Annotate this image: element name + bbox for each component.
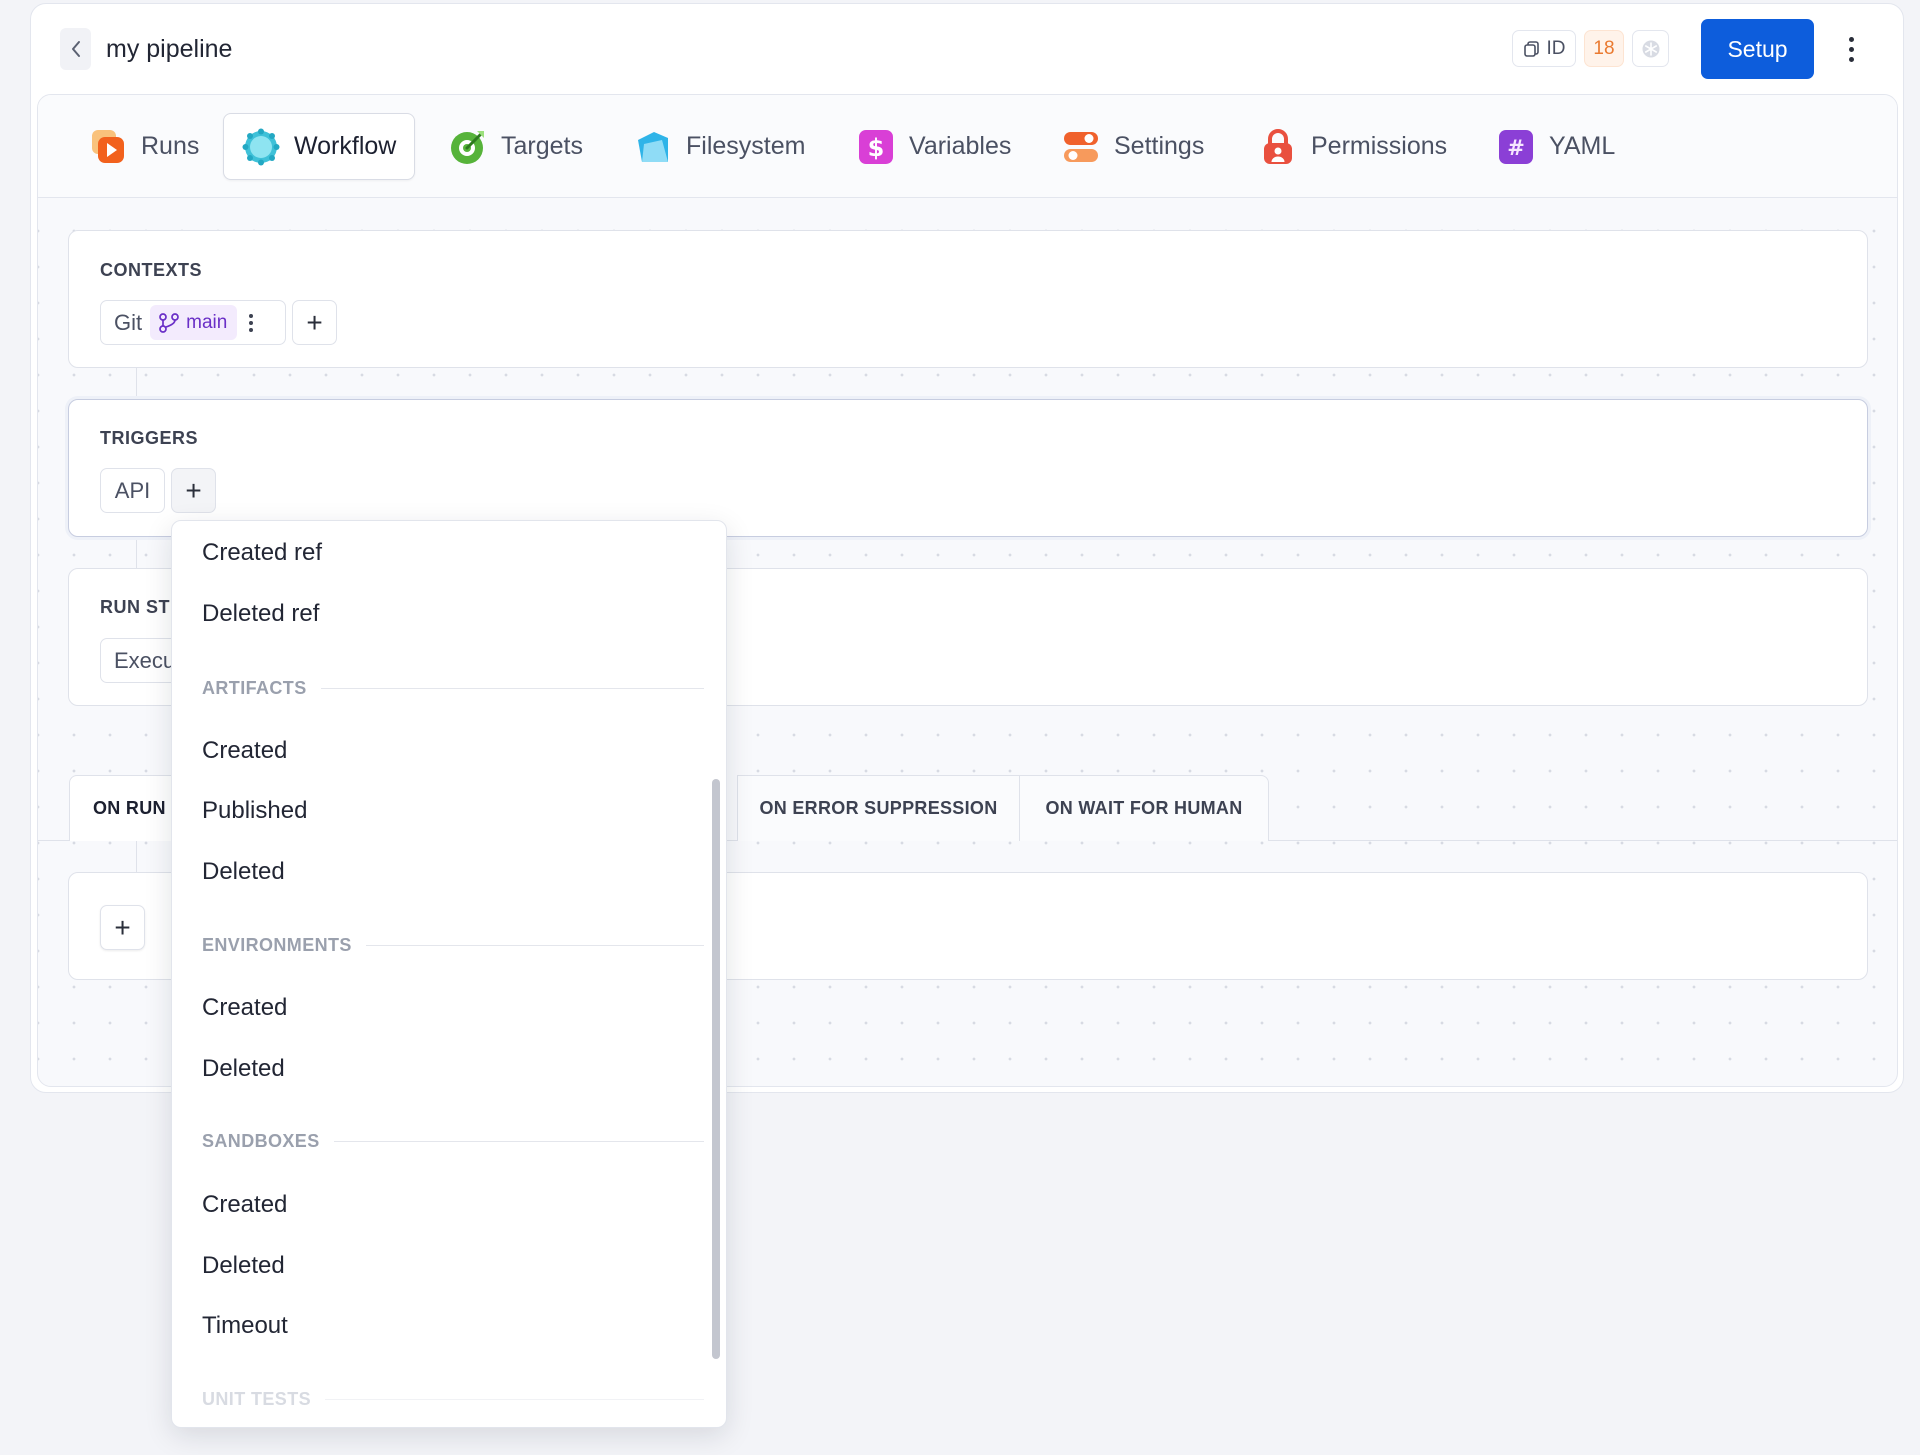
tab-permissions[interactable]: Permissions [1240, 113, 1466, 180]
tab-on-wait-for-human[interactable]: ON WAIT FOR HUMAN [1019, 775, 1269, 841]
targets-icon [451, 130, 484, 164]
tab-on-error-suppression[interactable]: ON ERROR SUPPRESSION [737, 775, 1020, 841]
plus-icon: + [185, 474, 202, 506]
add-on-run-step-button[interactable]: + [100, 905, 145, 950]
triggers-section: TRIGGERS API + [68, 399, 1868, 537]
svg-text:$: $ [868, 134, 885, 162]
menu-item-environment-deleted[interactable]: Deleted [202, 1049, 285, 1089]
tab-label: Filesystem [686, 132, 806, 160]
menu-item-sandbox-deleted[interactable]: Deleted [202, 1246, 285, 1286]
menu-item-artifact-created[interactable]: Created [202, 731, 287, 771]
settings-icon [1064, 131, 1098, 162]
yaml-icon: # [1499, 129, 1533, 164]
branch-badge[interactable]: main [150, 305, 238, 340]
page-title: my pipeline [106, 35, 233, 63]
setup-button[interactable]: Setup [1701, 19, 1814, 79]
run-steps-title: RUN ST [100, 597, 170, 617]
plus-icon: + [114, 911, 131, 943]
git-context-chip[interactable]: Git main [100, 300, 286, 345]
variables-icon: $ [859, 129, 893, 164]
add-context-button[interactable]: + [292, 300, 337, 345]
tab-label: Permissions [1311, 132, 1448, 160]
workflow-icon [242, 128, 280, 165]
group-label: ENVIRONMENTS [202, 934, 352, 955]
menu-item-environment-created[interactable]: Created [202, 988, 287, 1028]
plus-icon: + [306, 306, 323, 338]
add-trigger-button[interactable]: + [171, 468, 216, 513]
dropdown-scrollbar[interactable] [712, 779, 720, 1359]
api-trigger-chip[interactable]: API [100, 468, 165, 513]
group-label: ARTIFACTS [202, 677, 307, 698]
context-more-icon[interactable] [249, 313, 254, 332]
tab-settings[interactable]: Settings [1043, 113, 1223, 180]
tab-label: Variables [909, 132, 1012, 160]
tab-label: Settings [1114, 132, 1205, 160]
tab-runs[interactable]: Runs [70, 113, 218, 180]
runs-icon [92, 129, 124, 163]
permissions-icon [1264, 128, 1292, 164]
group-label: SANDBOXES [202, 1130, 320, 1151]
copy-id-button[interactable]: ID [1512, 30, 1576, 67]
more-options-icon[interactable] [1840, 28, 1862, 70]
chevron-left-icon [71, 41, 80, 57]
branch-name: main [186, 311, 228, 333]
menu-group-unit-tests: UNIT TESTS [202, 1387, 704, 1411]
menu-group-artifacts: ARTIFACTS [202, 676, 704, 700]
connector-line [136, 368, 137, 401]
tab-label: Workflow [294, 132, 397, 160]
tab-workflow[interactable]: Workflow [223, 113, 416, 180]
tab-filesystem[interactable]: Filesystem [615, 113, 824, 180]
group-divider [365, 944, 704, 946]
menu-item-deleted-ref[interactable]: Deleted ref [202, 594, 319, 634]
back-button[interactable] [60, 28, 91, 70]
git-label: Git [114, 309, 143, 335]
tab-targets[interactable]: Targets [430, 113, 602, 180]
status-button[interactable] [1632, 30, 1669, 67]
tab-variables[interactable]: $ Variables [838, 113, 1030, 180]
triggers-title: TRIGGERS [100, 428, 199, 448]
contexts-section: CONTEXTS Git main + [68, 230, 1868, 368]
tab-label: Runs [141, 132, 200, 160]
menu-item-artifact-published[interactable]: Published [202, 791, 307, 831]
menu-item-artifact-deleted[interactable]: Deleted [202, 852, 285, 892]
trigger-dropdown-menu[interactable]: Created ref Deleted ref ARTIFACTS Create… [171, 520, 727, 1428]
id-label: ID [1546, 37, 1566, 59]
tab-label: Targets [501, 132, 583, 160]
tab-label: YAML [1549, 132, 1616, 160]
group-divider [333, 1140, 704, 1142]
tab-yaml[interactable]: # YAML [1478, 113, 1634, 180]
menu-item-sandbox-timeout[interactable]: Timeout [202, 1306, 288, 1346]
menu-group-sandboxes: SANDBOXES [202, 1129, 704, 1153]
contexts-title: CONTEXTS [100, 260, 203, 280]
connector-line [136, 841, 137, 873]
git-branch-icon [159, 312, 179, 333]
group-divider [325, 1398, 704, 1400]
menu-item-sandbox-created[interactable]: Created [202, 1185, 287, 1225]
connector-line [136, 536, 137, 569]
menu-group-environments: ENVIRONMENTS [202, 933, 704, 957]
group-divider [320, 687, 704, 689]
group-label: UNIT TESTS [202, 1388, 312, 1409]
snowflake-icon [1642, 40, 1659, 57]
filesystem-icon [638, 131, 668, 162]
svg-text:#: # [1507, 136, 1525, 160]
menu-item-created-ref[interactable]: Created ref [202, 533, 322, 573]
count-badge[interactable]: 18 [1584, 30, 1624, 67]
copy-icon [1523, 40, 1539, 57]
